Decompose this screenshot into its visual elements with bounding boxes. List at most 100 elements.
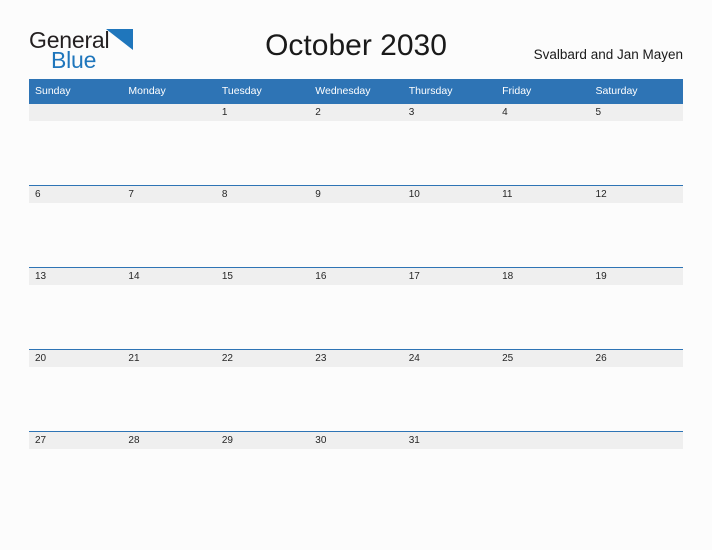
day-events-area[interactable] — [122, 367, 216, 431]
day-cell[interactable]: 27 — [29, 431, 123, 513]
day-number: 25 — [496, 350, 590, 367]
day-events-area[interactable] — [496, 367, 590, 431]
weekday-header-saturday: Saturday — [589, 79, 683, 104]
day-events-area[interactable] — [589, 449, 683, 513]
day-events-area[interactable] — [589, 203, 683, 267]
day-number: 30 — [309, 432, 403, 449]
day-number: 10 — [402, 186, 497, 203]
day-cell[interactable] — [122, 104, 216, 186]
day-events-area[interactable] — [589, 285, 683, 349]
day-events-area[interactable] — [215, 367, 310, 431]
weekday-header-thursday: Thursday — [402, 79, 497, 104]
day-cell[interactable]: 18 — [496, 267, 590, 350]
day-events-area[interactable] — [402, 121, 497, 185]
day-number: 29 — [215, 432, 310, 449]
calendar-week-row: 6 7 8 9 10 11 12 — [29, 185, 683, 268]
calendar-body: 1 2 3 4 5 6 7 8 9 10 11 12 13 14 15 16 1… — [29, 104, 683, 513]
day-number: 21 — [122, 350, 216, 367]
day-events-area[interactable] — [309, 449, 403, 513]
day-cell[interactable]: 1 — [215, 104, 310, 186]
day-cell[interactable]: 16 — [309, 267, 403, 350]
day-events-area[interactable] — [589, 367, 683, 431]
day-number: 11 — [496, 186, 590, 203]
day-events-area[interactable] — [309, 121, 403, 185]
day-events-area[interactable] — [29, 285, 123, 349]
day-number: 31 — [402, 432, 497, 449]
day-number: 27 — [29, 432, 123, 449]
weekday-header-monday: Monday — [122, 79, 216, 104]
day-events-area[interactable] — [215, 449, 310, 513]
day-cell[interactable]: 17 — [402, 267, 497, 350]
day-number: 17 — [402, 268, 497, 285]
day-cell[interactable]: 31 — [402, 431, 497, 513]
day-events-area[interactable] — [309, 203, 403, 267]
calendar-week-row: 13 14 15 16 17 18 19 — [29, 267, 683, 350]
day-cell[interactable]: 19 — [589, 267, 683, 350]
day-events-area[interactable] — [309, 285, 403, 349]
day-number: 12 — [589, 186, 683, 203]
day-cell[interactable]: 24 — [402, 349, 497, 432]
day-cell[interactable]: 11 — [496, 185, 590, 268]
day-cell[interactable]: 8 — [215, 185, 310, 268]
day-cell[interactable]: 30 — [309, 431, 403, 513]
day-cell[interactable]: 23 — [309, 349, 403, 432]
day-cell[interactable]: 2 — [309, 104, 403, 186]
day-cell[interactable]: 21 — [122, 349, 216, 432]
day-cell[interactable]: 14 — [122, 267, 216, 350]
day-events-area[interactable] — [29, 367, 123, 431]
day-events-area[interactable] — [122, 449, 216, 513]
day-cell[interactable]: 25 — [496, 349, 590, 432]
day-number: 23 — [309, 350, 403, 367]
day-events-area[interactable] — [29, 121, 123, 185]
day-number: 26 — [589, 350, 683, 367]
calendar-table: Sunday Monday Tuesday Wednesday Thursday… — [29, 79, 683, 513]
day-events-area[interactable] — [309, 367, 403, 431]
day-events-area[interactable] — [402, 285, 497, 349]
day-events-area[interactable] — [496, 203, 590, 267]
day-events-area[interactable] — [215, 121, 310, 185]
day-events-area[interactable] — [215, 285, 310, 349]
day-cell[interactable]: 13 — [29, 267, 123, 350]
day-events-area[interactable] — [589, 121, 683, 185]
day-cell[interactable]: 9 — [309, 185, 403, 268]
day-number: 5 — [589, 104, 683, 121]
day-events-area[interactable] — [402, 367, 497, 431]
day-cell[interactable]: 4 — [496, 104, 590, 186]
day-cell[interactable]: 6 — [29, 185, 123, 268]
calendar-header-row: Sunday Monday Tuesday Wednesday Thursday… — [29, 79, 683, 104]
calendar-week-row: 20 21 22 23 24 25 26 — [29, 349, 683, 432]
day-events-area[interactable] — [29, 203, 123, 267]
day-events-area[interactable] — [122, 203, 216, 267]
day-cell[interactable]: 20 — [29, 349, 123, 432]
day-cell[interactable] — [496, 431, 590, 513]
day-cell[interactable]: 10 — [402, 185, 497, 268]
day-events-area[interactable] — [496, 449, 590, 513]
day-number: 22 — [215, 350, 310, 367]
weekday-header-wednesday: Wednesday — [309, 79, 403, 104]
day-events-area[interactable] — [496, 121, 590, 185]
day-cell[interactable]: 5 — [589, 104, 683, 186]
day-cell[interactable]: 12 — [589, 185, 683, 268]
day-events-area[interactable] — [29, 449, 123, 513]
day-cell[interactable] — [29, 104, 123, 186]
day-number — [29, 104, 123, 121]
day-number — [122, 104, 216, 121]
day-cell[interactable]: 3 — [402, 104, 497, 186]
day-events-area[interactable] — [402, 449, 497, 513]
day-cell[interactable]: 15 — [215, 267, 310, 350]
day-events-area[interactable] — [215, 203, 310, 267]
day-number: 8 — [215, 186, 310, 203]
day-events-area[interactable] — [122, 121, 216, 185]
day-cell[interactable] — [589, 431, 683, 513]
day-events-area[interactable] — [402, 203, 497, 267]
day-number: 7 — [122, 186, 216, 203]
day-cell[interactable]: 29 — [215, 431, 310, 513]
day-number: 19 — [589, 268, 683, 285]
day-cell[interactable]: 22 — [215, 349, 310, 432]
weekday-header-friday: Friday — [496, 79, 590, 104]
day-cell[interactable]: 7 — [122, 185, 216, 268]
day-cell[interactable]: 26 — [589, 349, 683, 432]
day-cell[interactable]: 28 — [122, 431, 216, 513]
day-events-area[interactable] — [496, 285, 590, 349]
day-events-area[interactable] — [122, 285, 216, 349]
